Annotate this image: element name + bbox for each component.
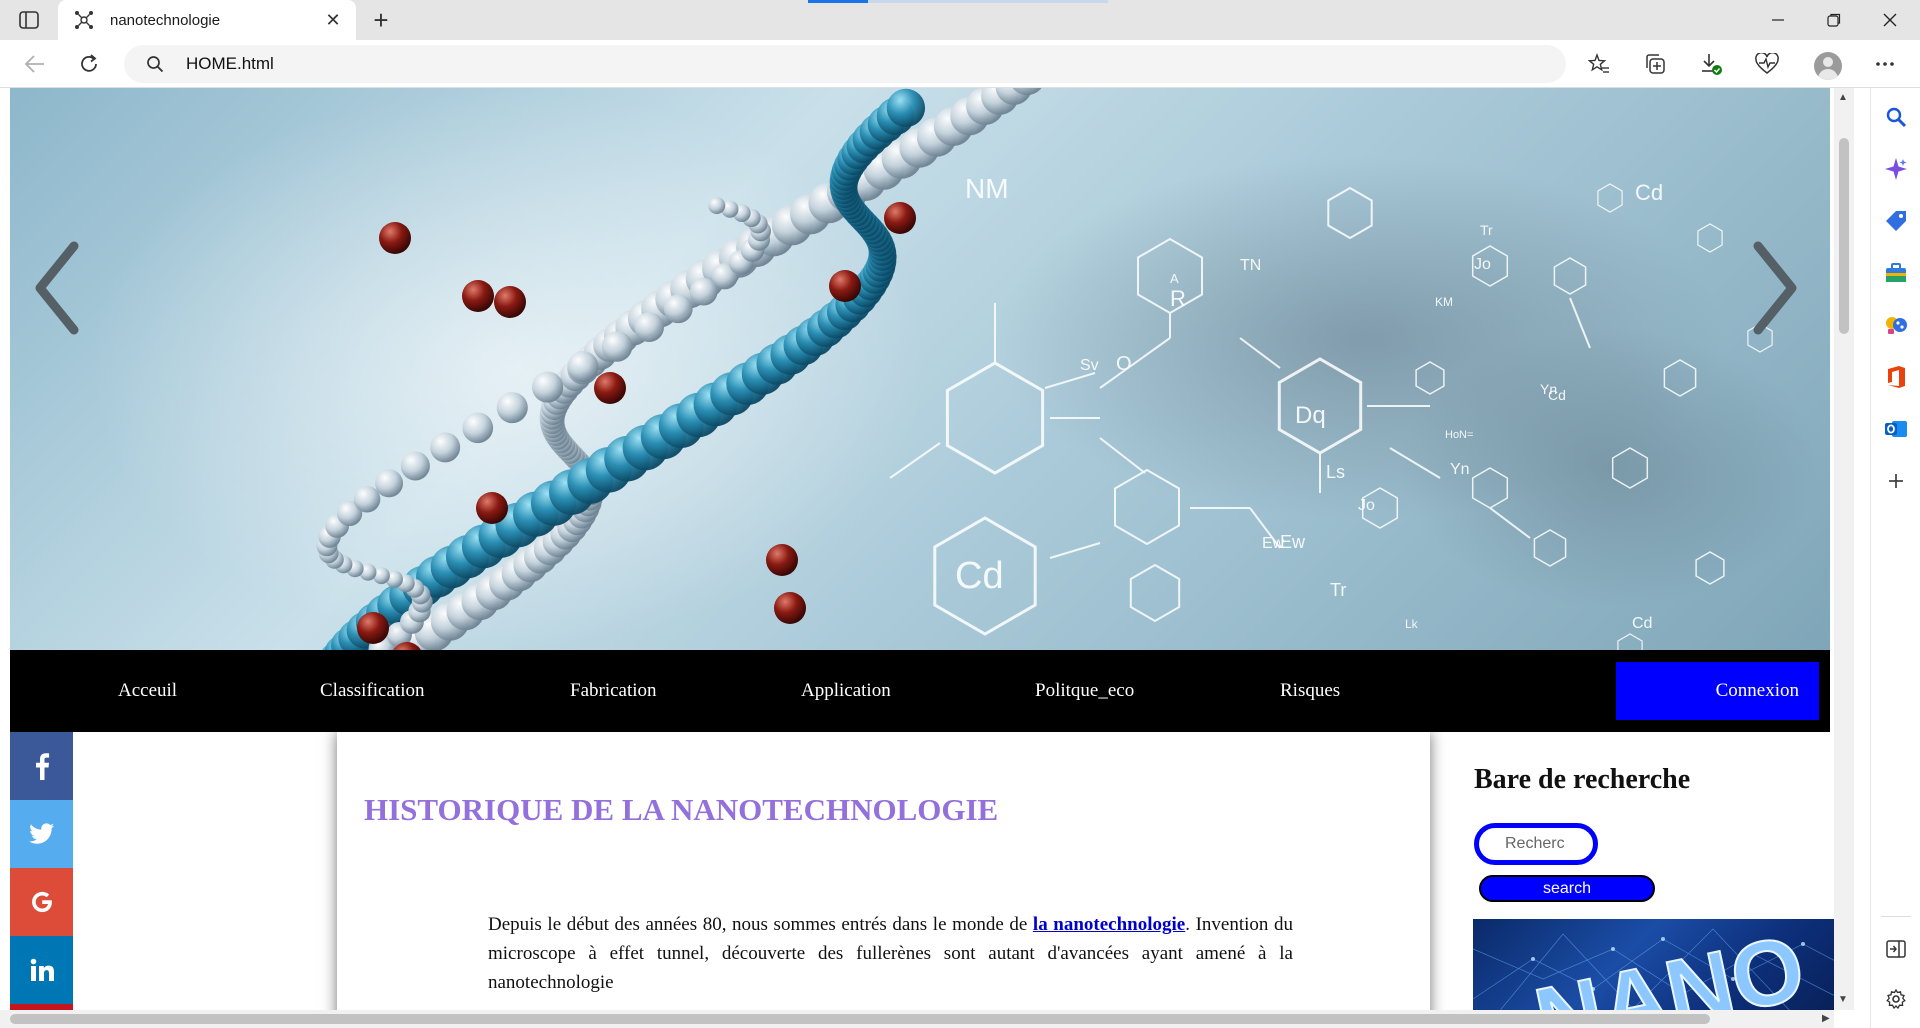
nav-item-classification[interactable]: Classification (320, 650, 424, 732)
downloads-icon[interactable] (1694, 48, 1728, 80)
horizontal-scrollbar[interactable]: ▶ (0, 1010, 1834, 1028)
settings-icon[interactable] (1881, 984, 1911, 1014)
horizontal-scroll-thumb[interactable] (10, 1014, 1710, 1024)
edge-sidebar (1870, 88, 1920, 1028)
nano-banner-image: NANO (1473, 919, 1834, 1010)
vertical-scrollbar[interactable]: ▲ ▼ (1834, 88, 1854, 1010)
google-icon[interactable] (10, 868, 73, 936)
article-text: Depuis le début des années 80, nous somm… (488, 914, 1033, 935)
tools-briefcase-icon[interactable] (1881, 258, 1911, 288)
shopping-tag-icon[interactable] (1881, 206, 1911, 236)
svg-text:HoN=: HoN= (1445, 429, 1473, 441)
office-icon[interactable] (1881, 362, 1911, 392)
more-menu-icon[interactable] (1868, 48, 1902, 80)
back-arrow-icon[interactable] (18, 48, 52, 80)
nav-item-application[interactable]: Application (801, 650, 891, 732)
svg-text:O: O (1116, 353, 1132, 375)
search-icon (144, 53, 166, 75)
chemical-labels: NMCdTNRDqKMJoLsEwTrYnHoN=CdJoSvTrYnCdLkA… (955, 173, 1663, 632)
loading-track (868, 0, 1108, 3)
article-paragraph: Depuis le début des années 80, nous somm… (488, 910, 1293, 997)
svg-text:Tr: Tr (1330, 580, 1346, 600)
dna-molecule-illustration: NMCdTNRDqKMJoLsEwTrYnHoN=CdJoSvTrYnCdLkA… (316, 88, 1773, 650)
profile-avatar-icon[interactable] (1814, 52, 1842, 80)
carousel-prev-chevron-icon[interactable] (32, 238, 92, 368)
favorites-star-icon[interactable] (1582, 48, 1616, 80)
restore-icon[interactable] (1806, 0, 1862, 40)
scroll-right-icon[interactable]: ▶ (1822, 1013, 1830, 1024)
add-icon[interactable] (1881, 466, 1911, 496)
refresh-icon[interactable] (72, 48, 106, 80)
close-tab-icon[interactable]: ✕ (320, 7, 346, 33)
svg-text:Lk: Lk (1405, 617, 1419, 631)
nav-item-risques[interactable]: Risques (1280, 650, 1340, 732)
facebook-icon[interactable] (10, 732, 73, 800)
browser-essentials-icon[interactable] (1750, 48, 1784, 80)
vertical-scroll-thumb[interactable] (1839, 138, 1849, 334)
nanotechnologie-link[interactable]: la nanotechnologie (1033, 914, 1185, 935)
minimize-icon[interactable] (1750, 0, 1806, 40)
svg-text:Ew: Ew (1262, 535, 1285, 552)
article-card: HISTORIQUE DE LA NANOTECHNOLOGIE Depuis … (337, 732, 1430, 1010)
scroll-up-icon[interactable]: ▲ (1838, 92, 1848, 103)
nav-item-politque-eco[interactable]: Politque_eco (1035, 650, 1134, 732)
page-viewport: NM Cd TN R Dq KM Jo Ls Ew Tr Yn HoN= Cd Jo Sv Tr Yn Cd Lk A… (0, 88, 1834, 1010)
hero-carousel: NM Cd TN R Dq KM Jo Ls Ew Tr Yn HoN= Cd Jo Sv Tr Yn Cd Lk A… (10, 88, 1830, 650)
browser-tab-active[interactable]: nanotechnologie ✕ (58, 0, 356, 40)
molecule-icon (72, 8, 96, 32)
login-button[interactable]: Connexion (1616, 662, 1819, 720)
article-title: HISTORIQUE DE LA NANOTECHNOLOGIE (364, 792, 999, 827)
svg-text:Cd: Cd (1632, 615, 1652, 632)
browser-toolbar: HOME.html (0, 40, 1920, 88)
search-icon[interactable] (1881, 102, 1911, 132)
tab-title: nanotechnologie (110, 11, 221, 29)
svg-text:KM: KM (1435, 295, 1453, 309)
svg-text:Dq: Dq (1295, 402, 1326, 429)
address-bar[interactable]: HOME.html (124, 45, 1566, 83)
linkedin-icon[interactable] (10, 936, 73, 1004)
new-tab-button[interactable]: + (366, 5, 396, 35)
search-heading: Bare de recherche (1474, 764, 1691, 795)
main-nav: Acceuil Classification Fabrication Appli… (10, 650, 1830, 732)
svg-text:Cd: Cd (1635, 180, 1663, 205)
browser-tab-bar: nanotechnologie ✕ + (0, 0, 1920, 40)
svg-text:Cd: Cd (1548, 387, 1566, 403)
nano-banner-text: NANO (1527, 919, 1813, 1010)
nav-item-acceuil[interactable]: Acceuil (118, 650, 177, 732)
nav-item-fabrication[interactable]: Fabrication (570, 650, 657, 732)
svg-text:R: R (1170, 286, 1186, 311)
close-window-icon[interactable] (1862, 0, 1918, 40)
search-button[interactable]: search (1479, 875, 1655, 902)
scroll-down-icon[interactable]: ▼ (1838, 994, 1848, 1005)
twitter-icon[interactable] (10, 800, 73, 868)
svg-text:Jo: Jo (1358, 497, 1375, 514)
svg-text:NM: NM (965, 173, 1009, 204)
svg-text:Tr: Tr (1480, 222, 1493, 238)
split-screen-icon[interactable] (1881, 934, 1911, 964)
svg-text:Cd: Cd (955, 555, 1004, 597)
search-input[interactable] (1474, 823, 1598, 865)
tab-actions-icon[interactable] (16, 8, 42, 32)
games-icon[interactable] (1881, 310, 1911, 340)
svg-text:TN: TN (1240, 257, 1261, 274)
copilot-icon[interactable] (1881, 154, 1911, 184)
social-share-bar (10, 732, 73, 1010)
svg-text:A: A (1170, 271, 1179, 286)
carousel-next-chevron-icon[interactable] (1750, 238, 1810, 368)
collections-icon[interactable] (1638, 48, 1672, 80)
url-text: HOME.html (186, 54, 274, 73)
svg-text:Sv: Sv (1080, 357, 1099, 374)
loading-indicator (808, 0, 868, 3)
svg-text:Ls: Ls (1326, 462, 1345, 482)
sidebar-divider (1881, 916, 1911, 917)
outlook-icon[interactable] (1881, 414, 1911, 444)
svg-text:Jo: Jo (1474, 256, 1491, 273)
svg-text:Yn: Yn (1450, 461, 1470, 478)
